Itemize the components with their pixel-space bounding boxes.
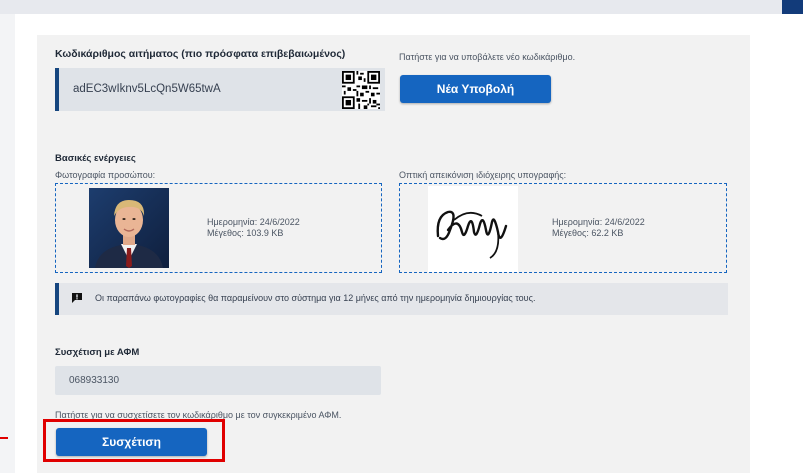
photo-card: Ημερομηνία: 24/6/2022 Μέγεθος: 103.9 KB xyxy=(55,183,382,273)
signature-date: Ημερομηνία: 24/6/2022 xyxy=(552,217,645,227)
notice-text: Οι παραπάνω φωτογραφίες θα παραμείνουν σ… xyxy=(95,293,536,303)
request-code-value: adEC3wIknv5LcQn5W65twA xyxy=(73,83,221,95)
top-bar xyxy=(0,0,803,14)
signature-card: Ημερομηνία: 24/6/2022 Μέγεθος: 62.2 KB xyxy=(399,183,727,273)
photo-label: Φωτογραφία προσώπου: xyxy=(55,170,156,180)
qr-code-icon xyxy=(342,71,380,109)
photo-date: Ημερομηνία: 24/6/2022 xyxy=(207,217,300,227)
signature-label: Οπτική απεικόνιση ιδιόχειρης υπογραφής: xyxy=(399,170,567,180)
new-submission-button[interactable]: Νέα Υποβολή xyxy=(400,75,551,103)
basic-actions-heading: Βασικές ενέργειες xyxy=(55,153,136,164)
photo-size: Μέγεθος: 103.9 KB xyxy=(207,228,284,238)
afm-value: 068933130 xyxy=(69,375,120,386)
afm-field[interactable]: 068933130 xyxy=(55,366,381,395)
signature-image xyxy=(428,186,518,272)
right-strip xyxy=(782,14,803,473)
new-submission-hint: Πατήστε για να υποβάλετε νέο κωδικάριθμο… xyxy=(399,52,576,62)
highlight-arrow xyxy=(0,437,8,439)
signature-size: Μέγεθος: 62.2 KB xyxy=(552,228,624,238)
retention-notice: Οι παραπάνω φωτογραφίες θα παραμείνουν σ… xyxy=(55,283,728,315)
request-code-box: adEC3wIknv5LcQn5W65twA xyxy=(55,68,385,111)
highlight-frame xyxy=(43,419,225,462)
comment-alert-icon xyxy=(72,293,82,303)
request-code-label: Κωδικάριθμος αιτήματος (πιο πρόσφατα επι… xyxy=(55,48,346,60)
afm-heading: Συσχέτιση με ΑΦΜ xyxy=(55,347,140,358)
corner-block xyxy=(782,0,803,15)
face-photo xyxy=(89,188,169,268)
